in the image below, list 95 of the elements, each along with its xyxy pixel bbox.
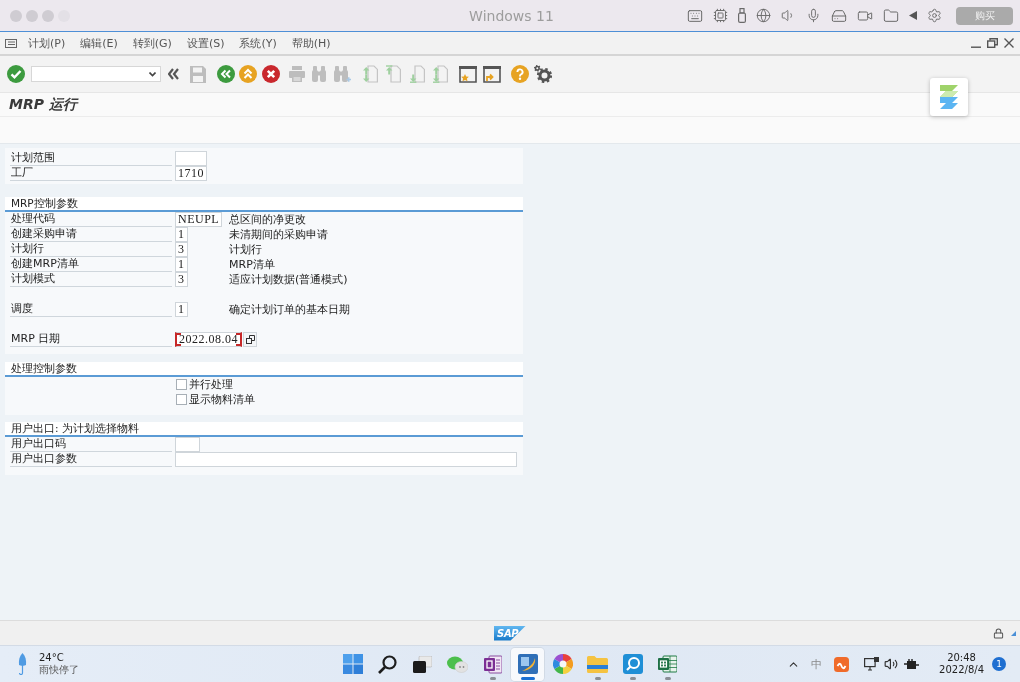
field-label: 计划行: [10, 242, 172, 257]
help-icon[interactable]: [511, 65, 529, 83]
cancel-icon[interactable]: [262, 65, 280, 83]
menu-item[interactable]: 转到(G): [132, 35, 172, 51]
input-field[interactable]: 1: [175, 227, 188, 242]
menu-item[interactable]: 系统(Y): [239, 35, 277, 51]
field-label: 计划模式: [10, 272, 172, 287]
power-plug-icon[interactable]: [904, 658, 920, 670]
group-title: 用户出口: 为计划选择物料: [5, 422, 523, 437]
group-title: MRP控制参数: [5, 197, 523, 212]
chevron-tile-icon[interactable]: [930, 78, 968, 116]
network-icon[interactable]: [864, 657, 880, 671]
window-star-icon[interactable]: [459, 65, 477, 83]
search-icon[interactable]: [378, 654, 397, 674]
field-label: 工厂: [10, 166, 172, 181]
input-field[interactable]: [175, 151, 207, 166]
group-title: 处理控制参数: [5, 362, 523, 377]
lock-icon: [993, 627, 1004, 639]
settings-icon[interactable]: [927, 8, 942, 23]
logo: SAP: [494, 625, 526, 641]
window-dot-icon[interactable]: [10, 9, 22, 22]
field-description: 确定计划订单的基本日期: [229, 302, 350, 317]
double-up-circle-icon[interactable]: [239, 65, 257, 83]
input-field[interactable]: 3: [175, 242, 188, 257]
field-description: 适应计划数据(普通模式): [229, 272, 348, 287]
menu-item[interactable]: 计划(P): [28, 35, 66, 51]
caret-icon: [149, 71, 156, 77]
menu-item[interactable]: 帮助(H): [291, 35, 331, 51]
folder-icon[interactable]: [587, 655, 608, 673]
field-description: 未清期间的采购申请: [229, 227, 328, 242]
menu-item[interactable]: 编辑(E): [80, 35, 118, 51]
field-label: 处理代码: [10, 212, 172, 227]
date-field[interactable]: 2022.08.04: [175, 332, 242, 347]
app-tile-icon[interactable]: [517, 654, 538, 674]
field-description: 计划行: [229, 242, 262, 257]
umbrella-icon: [18, 653, 27, 675]
close-icon[interactable]: [1004, 38, 1014, 48]
field-label: 用户出口参数: [10, 452, 172, 467]
field-label: 计划范围: [10, 151, 172, 166]
spreadsheet-icon[interactable]: [658, 655, 677, 673]
hard-drive-icon[interactable]: [831, 7, 847, 24]
speaker-icon[interactable]: [884, 657, 899, 671]
double-left-circle-icon[interactable]: [217, 65, 235, 83]
check-icon[interactable]: [7, 65, 25, 83]
input-field[interactable]: 1710: [175, 166, 207, 181]
color-wheel-icon[interactable]: [552, 654, 573, 674]
menu-item[interactable]: 设置(S): [186, 35, 225, 51]
field-label: 创建采购申请: [10, 227, 172, 242]
menu-icon[interactable]: [5, 38, 17, 48]
field-label: 用户出口码: [10, 437, 172, 452]
checkbox[interactable]: [176, 379, 187, 390]
clock-date[interactable]: 2022/8/4: [939, 664, 984, 676]
notebook-icon[interactable]: [483, 654, 502, 674]
folder-icon[interactable]: [883, 7, 899, 24]
screen-title: MRP 运行: [9, 95, 77, 114]
gears-icon[interactable]: [534, 65, 552, 83]
microphone-icon[interactable]: [806, 8, 821, 23]
input-field[interactable]: NEUPL: [175, 212, 223, 227]
field-description: MRP清单: [229, 257, 275, 272]
weather-condition: 雨快停了: [39, 664, 79, 676]
usb-stick-icon[interactable]: [738, 8, 746, 23]
keyboard-icon[interactable]: [687, 7, 703, 24]
squares-icon: [245, 335, 255, 344]
double-chevron-left-icon[interactable]: [168, 68, 179, 80]
input-field[interactable]: 1: [175, 257, 188, 272]
input-field[interactable]: [175, 452, 517, 467]
notification-badge[interactable]: 1: [992, 657, 1006, 671]
task-view-icon[interactable]: [413, 655, 432, 673]
restore-icon[interactable]: [987, 38, 998, 48]
input-method-icon[interactable]: [834, 656, 850, 672]
input-field[interactable]: [175, 437, 200, 452]
field-label: MRP 日期: [10, 332, 172, 347]
checkbox-label: 显示物料清单: [189, 392, 255, 407]
checkbox[interactable]: [176, 394, 187, 405]
chat-bubbles-icon[interactable]: [447, 655, 468, 673]
window-dot-icon[interactable]: [42, 9, 54, 22]
field-label: 调度: [10, 302, 172, 317]
value-help-button[interactable]: [243, 332, 257, 347]
window-dot-icon[interactable]: [26, 9, 38, 22]
checkbox-label: 并行处理: [189, 377, 233, 392]
field-label: 创建MRP清单: [10, 257, 172, 272]
windows-start-icon[interactable]: [342, 654, 363, 674]
input-field[interactable]: 3: [175, 272, 188, 287]
magnifier-tile-icon[interactable]: [622, 654, 643, 674]
field-description: 总区间的净更改: [229, 212, 306, 227]
chip-icon[interactable]: [713, 8, 728, 23]
command-field[interactable]: [31, 66, 161, 82]
triangle-left-icon[interactable]: [909, 11, 917, 20]
resize-grip-icon: [1011, 630, 1016, 636]
window-title: Windows 11: [469, 7, 554, 24]
globe-icon[interactable]: [756, 8, 771, 23]
input-field[interactable]: 1: [175, 302, 188, 317]
window-arrow-icon[interactable]: [483, 65, 501, 83]
weather-temperature: 24°C: [39, 652, 65, 664]
clock-time[interactable]: 20:48: [947, 652, 976, 664]
